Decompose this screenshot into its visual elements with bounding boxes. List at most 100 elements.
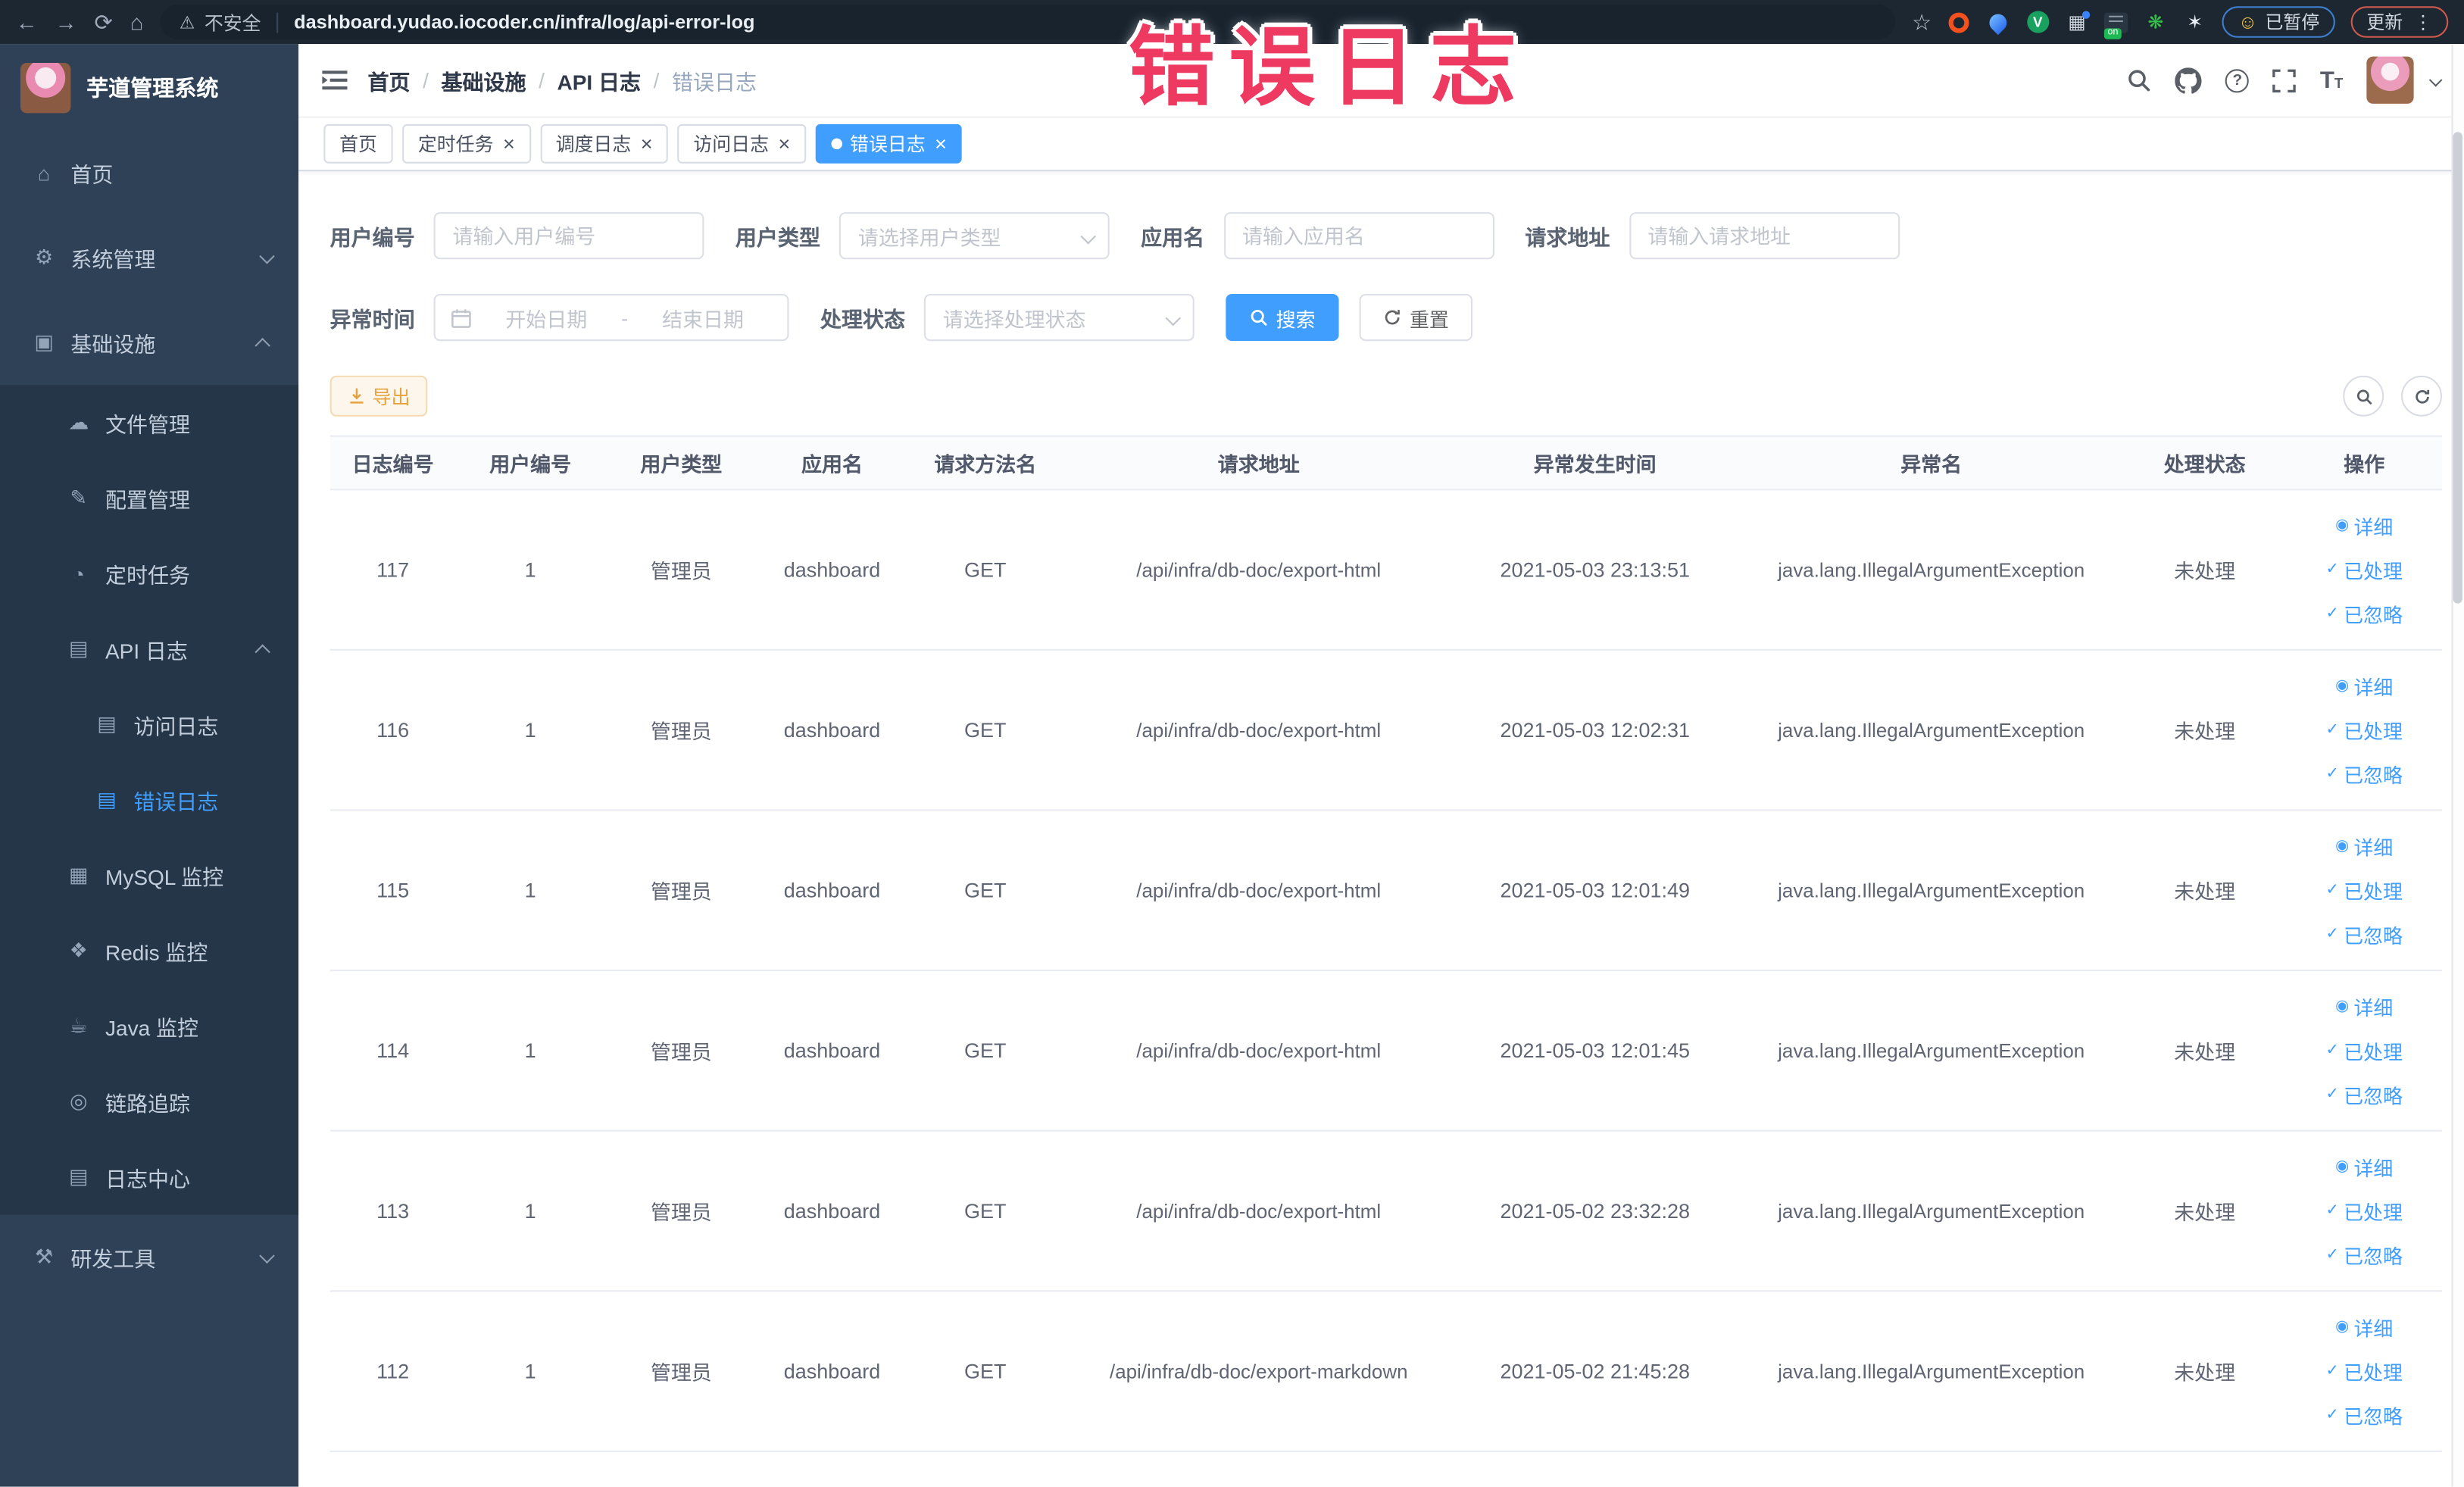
tab-close-icon[interactable]: × [503, 133, 515, 154]
action-ignored[interactable]: ✓ 已忽略 [2326, 598, 2403, 628]
sidebar-item-job[interactable]: ◔ 定时任务 [0, 536, 299, 612]
cell-exception: java.lang.IllegalArgumentException [1778, 1360, 2085, 1382]
action-processed[interactable]: ✓ 已处理 [2326, 715, 2403, 745]
collapse-sidebar-icon[interactable] [322, 69, 348, 91]
date-range-picker[interactable]: 开始日期 - 结束日期 [433, 293, 789, 342]
emoji-extension-icon: ☺ [2238, 11, 2258, 33]
tab-close-icon[interactable]: × [935, 133, 947, 154]
eye-icon: ◉ [2335, 998, 2350, 1016]
action-processed[interactable]: ✓ 已处理 [2326, 1196, 2403, 1226]
action-detail[interactable]: ◉ 详细 [2335, 671, 2393, 701]
sidebar-item-file[interactable]: ☁ 文件管理 [0, 385, 299, 461]
breadcrumb: 首页 / 基础设施 / API 日志 / 错误日志 [367, 64, 757, 95]
refresh-table-button[interactable] [2401, 375, 2442, 417]
tab-错误日志[interactable]: 错误日志 × [815, 123, 963, 164]
sidebar-item-api-log[interactable]: ▤ API 日志 [0, 611, 299, 687]
tab-label: 首页 [339, 133, 377, 156]
export-button[interactable]: 导出 [329, 375, 428, 417]
breadcrumb-item[interactable]: API 日志 [557, 64, 642, 95]
sidebar-item-redis[interactable]: ❖ Redis 监控 [0, 913, 299, 989]
action-ignored[interactable]: ✓ 已忽略 [2326, 1400, 2403, 1429]
extension-leaf-icon[interactable]: ❋ [2144, 10, 2167, 33]
screenshot-root: ← → ⟳ ⌂ ⚠ 不安全 dashboard.yudao.iocoder.cn… [0, 0, 2464, 1487]
tab-首页[interactable]: 首页 [323, 123, 393, 164]
toggle-search-button[interactable] [2343, 375, 2384, 417]
sidebar-item-java[interactable]: ☕ Java 监控 [0, 988, 299, 1064]
sidebar-item-config[interactable]: ✎ 配置管理 [0, 460, 299, 536]
action-processed[interactable]: ✓ 已处理 [2326, 1356, 2403, 1385]
gear-icon: ⚙ [34, 245, 54, 269]
browser-reload-icon[interactable]: ⟳ [94, 11, 112, 33]
process-status-select[interactable]: 请选择处理状态 [923, 293, 1195, 342]
action-detail[interactable]: ◉ 详细 [2335, 831, 2393, 861]
sidebar-item-trace[interactable]: ◎ 链路追踪 [0, 1064, 299, 1140]
sidebar-item-mysql[interactable]: ▦ MySQL 监控 [0, 837, 299, 914]
action-processed[interactable]: ✓ 已处理 [2326, 876, 2403, 905]
extension-orange-icon[interactable] [1947, 10, 1971, 33]
check-icon: ✓ [2325, 1202, 2339, 1220]
browser-menu-icon[interactable]: ⋮ [2414, 11, 2433, 33]
breadcrumb-separator: / [423, 68, 429, 92]
extensions-puzzle-icon[interactable]: ✶ [2183, 10, 2206, 33]
sidebar-item-infra[interactable]: ▣ 基础设施 [0, 300, 298, 385]
tab-close-icon[interactable]: × [641, 133, 653, 154]
user-type-select[interactable]: 请选择用户类型 [839, 212, 1110, 260]
sidebar-item-log-center[interactable]: ▤ 日志中心 [0, 1139, 299, 1215]
page-scrollbar[interactable] [2451, 44, 2464, 1487]
sidebar-item-home[interactable]: ⌂ 首页 [0, 130, 298, 215]
tab-定时任务[interactable]: 定时任务 × [402, 123, 531, 164]
font-size-icon[interactable]: TT [2320, 68, 2343, 92]
action-ignored[interactable]: ✓ 已忽略 [2326, 759, 2403, 789]
reset-button[interactable]: 重置 [1359, 293, 1472, 342]
tab-close-icon[interactable]: × [778, 133, 790, 154]
fullscreen-icon[interactable] [2272, 68, 2297, 92]
action-detail[interactable]: ◉ 详细 [2335, 992, 2393, 1021]
extension-green-v-icon[interactable]: V [2026, 10, 2050, 33]
extension-on-badge-icon[interactable] [2104, 10, 2128, 33]
extension-blue-icon[interactable] [1986, 9, 2011, 35]
search-icon[interactable] [2127, 67, 2152, 92]
sidebar-item-error-log[interactable]: ▤ 错误日志 [0, 762, 299, 838]
action-ignored[interactable]: ✓ 已忽略 [2326, 1079, 2403, 1109]
extension-grid-icon[interactable]: ▦ [2066, 10, 2091, 33]
cell-user_type: 管理员 [650, 559, 712, 583]
browser-back-icon[interactable]: ← [16, 11, 38, 33]
address-bar[interactable]: ⚠ 不安全 dashboard.yudao.iocoder.cn/infra/l… [161, 5, 1895, 39]
browser-home-icon[interactable]: ⌂ [130, 11, 144, 33]
action-ignored[interactable]: ✓ 已忽略 [2326, 1240, 2403, 1270]
table-header: 日志编号 用户编号 用户类型 应用名 请求方法名 请求地址 异常发生时间 异常名 处理状态 操作 [329, 435, 2442, 491]
app-name-input[interactable] [1223, 212, 1494, 260]
sidebar-item-access-log[interactable]: ▤ 访问日志 [0, 686, 299, 763]
user-avatar[interactable] [2366, 56, 2414, 104]
action-processed[interactable]: ✓ 已处理 [2326, 1036, 2403, 1065]
app-logo[interactable]: 芋道管理系统 [0, 44, 298, 130]
sidebar-item-dev-tools[interactable]: ⚒ 研发工具 [0, 1215, 298, 1300]
scrollbar-thumb[interactable] [2453, 132, 2462, 604]
action-detail[interactable]: ◉ 详细 [2335, 1152, 2393, 1182]
github-icon[interactable] [2175, 67, 2203, 93]
action-detail[interactable]: ◉ 详细 [2335, 511, 2393, 540]
action-detail[interactable]: ◉ 详细 [2335, 1312, 2393, 1342]
log-icon: ▤ [68, 1164, 89, 1189]
request-url-input[interactable] [1629, 212, 1900, 260]
bookmark-star-icon[interactable]: ☆ [1912, 8, 1932, 35]
cell-actions: ◉ 详细 ✓ 已处理 ✓ 已忽略 [2283, 1312, 2445, 1430]
cell-time: 2021-05-02 21:45:28 [1500, 1359, 1690, 1383]
browser-forward-icon[interactable]: → [55, 11, 77, 33]
cell-status: 未处理 [2174, 720, 2236, 744]
sidebar-item-system[interactable]: ⚙ 系统管理 [0, 215, 298, 300]
url-divider [276, 11, 279, 33]
update-button[interactable]: 更新 ⋮ [2350, 6, 2449, 38]
sidebar-item-label: 配置管理 [105, 489, 191, 513]
search-button[interactable]: 搜索 [1226, 293, 1339, 342]
action-ignored[interactable]: ✓ 已忽略 [2326, 920, 2403, 949]
paused-pill-button[interactable]: ☺ 已暂停 [2222, 6, 2335, 38]
help-icon[interactable]: ? [2225, 68, 2250, 92]
breadcrumb-item[interactable]: 首页 [367, 64, 410, 95]
action-processed[interactable]: ✓ 已处理 [2326, 555, 2403, 584]
avatar-caret-down-icon[interactable] [2428, 73, 2443, 87]
tab-调度日志[interactable]: 调度日志 × [539, 123, 669, 164]
breadcrumb-item[interactable]: 基础设施 [441, 64, 526, 95]
tab-访问日志[interactable]: 访问日志 × [677, 123, 806, 164]
user-id-input[interactable] [433, 212, 704, 260]
